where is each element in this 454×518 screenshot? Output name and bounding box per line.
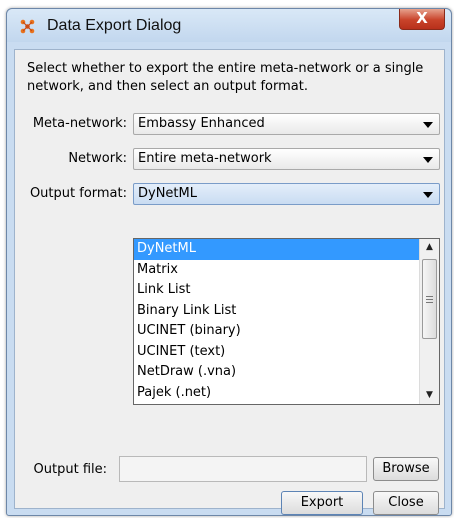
meta-network-select[interactable]: Embassy Enhanced — [133, 113, 440, 135]
dropdown-option[interactable]: Matrix — [134, 260, 419, 281]
dropdown-option[interactable]: Binary Link List — [134, 301, 419, 322]
close-button[interactable]: Close — [373, 491, 439, 515]
dropdown-option[interactable]: Link List — [134, 280, 419, 301]
chevron-down-icon — [423, 122, 433, 128]
window-title: Data Export Dialog — [47, 17, 182, 34]
dropdown-option[interactable]: NetDraw (.vna) — [134, 362, 419, 383]
network-label: Network: — [68, 151, 127, 166]
export-button[interactable]: Export — [281, 491, 363, 515]
scroll-down-arrow-icon[interactable]: ▼ — [420, 387, 439, 404]
chevron-down-icon — [423, 192, 433, 198]
output-format-dropdown[interactable]: DyNetML Matrix Link List Binary Link List UC… — [133, 238, 440, 405]
network-select[interactable]: Entire meta-network — [133, 148, 440, 170]
output-file-input[interactable] — [119, 456, 367, 482]
title-bar[interactable]: Data Export Dialog X — [7, 9, 451, 42]
output-format-label: Output format: — [29, 186, 127, 201]
window-close-button[interactable]: X — [399, 9, 445, 30]
output-format-value: DyNetML — [138, 186, 197, 201]
dropdown-option[interactable]: UCINET (text) — [134, 342, 419, 363]
network-value: Entire meta-network — [138, 151, 272, 166]
dropdown-option[interactable]: Pajek (.net) — [134, 383, 419, 404]
grip-icon — [426, 296, 433, 303]
output-format-select[interactable]: DyNetML — [133, 183, 440, 205]
dialog-content: Select whether to export the entire meta… — [14, 49, 445, 515]
scroll-up-arrow-icon[interactable]: ▲ — [420, 239, 439, 256]
dropdown-option[interactable]: DyNetML — [134, 239, 419, 260]
meta-network-label: Meta-network: — [32, 116, 127, 131]
meta-network-value: Embassy Enhanced — [138, 116, 265, 131]
chevron-down-icon — [423, 157, 433, 163]
dropdown-option[interactable]: UCINET (binary) — [134, 321, 419, 342]
dropdown-scrollbar[interactable]: ▲ ▼ — [419, 239, 439, 404]
app-icon — [20, 19, 35, 34]
output-file-label: Output file: — [33, 462, 107, 477]
browse-button[interactable]: Browse — [373, 457, 439, 481]
data-export-dialog: Data Export Dialog X Select whether to e… — [6, 8, 452, 516]
scroll-thumb[interactable] — [422, 259, 437, 339]
instructions-text: Select whether to export the entire meta… — [27, 61, 424, 94]
